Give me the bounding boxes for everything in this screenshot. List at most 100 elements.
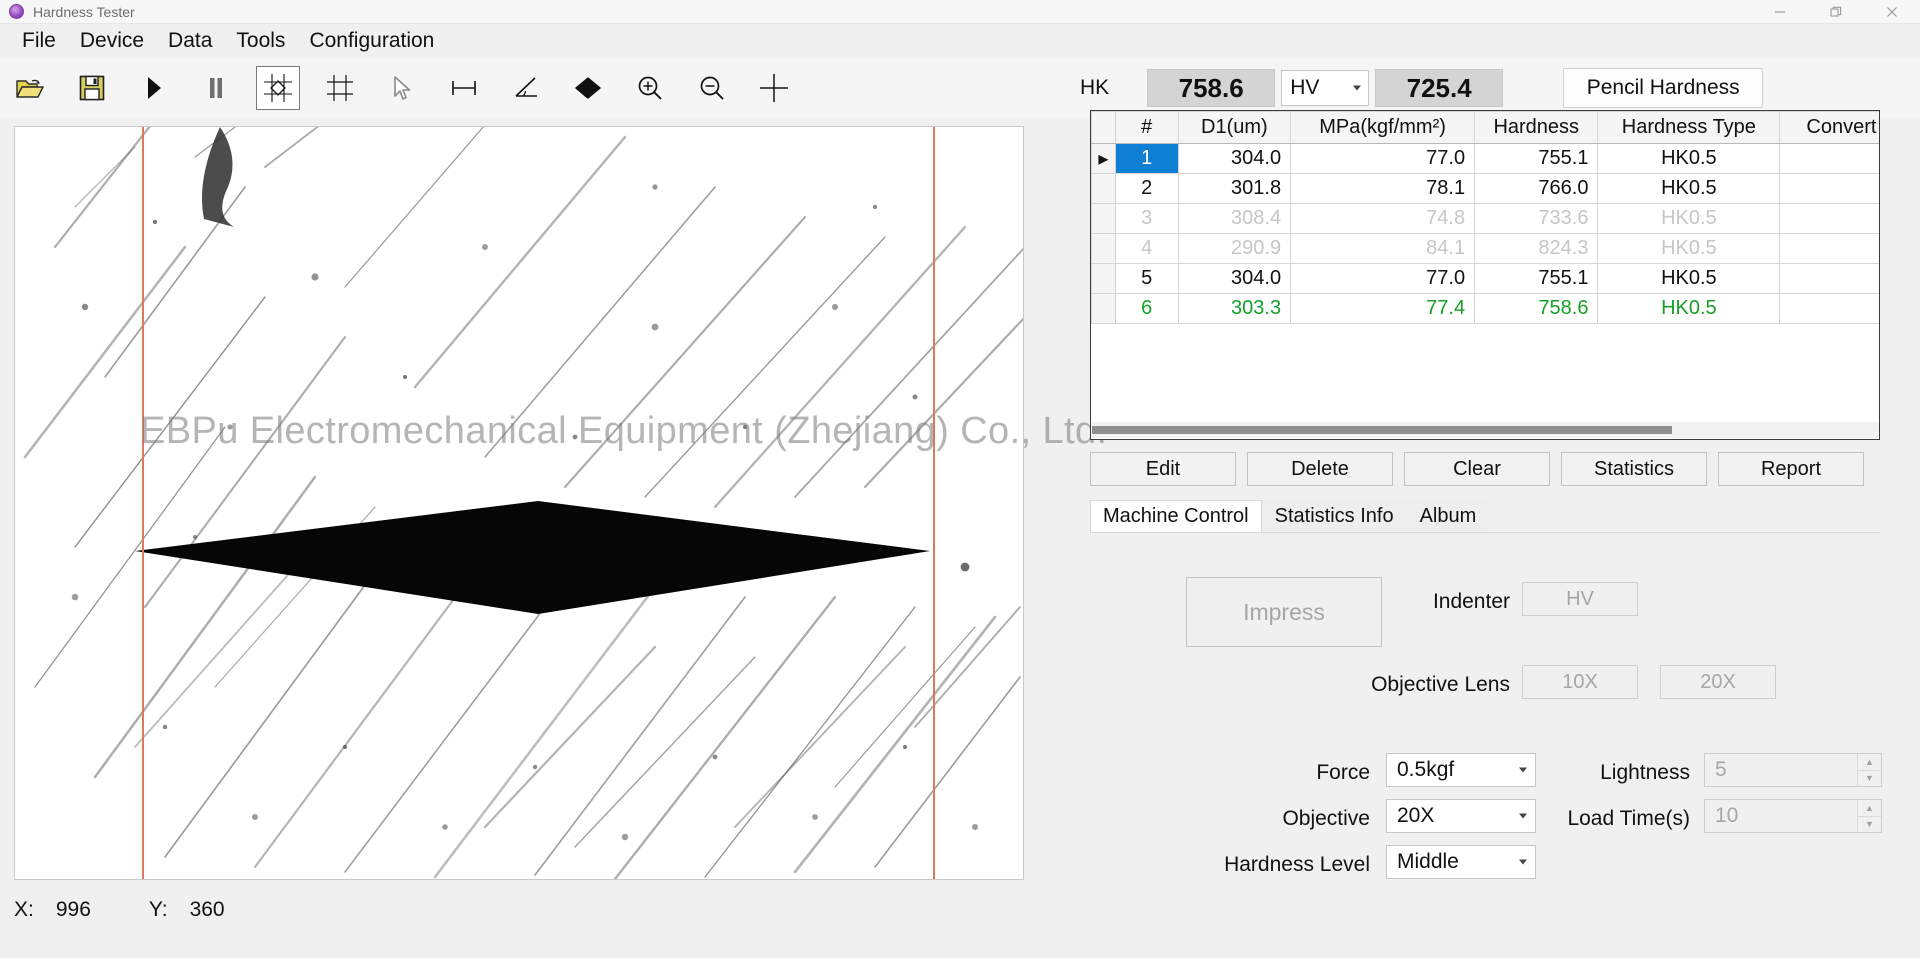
convert-unit-select[interactable]: HV (1281, 70, 1370, 106)
open-folder-icon[interactable] (8, 66, 52, 110)
eraser-icon[interactable] (566, 66, 610, 110)
cell-hardness[interactable]: 755.1 (1474, 263, 1599, 294)
crosshair-icon[interactable] (752, 66, 796, 110)
chevron-up-icon[interactable]: ▲ (1858, 754, 1881, 771)
zoom-out-icon[interactable] (690, 66, 734, 110)
col-convert-type[interactable]: Convert T (1779, 111, 1879, 144)
col-mpa[interactable]: MPa(kgf/mm²) (1290, 111, 1476, 144)
cell-hardness[interactable]: 755.1 (1474, 143, 1599, 174)
cell-d1[interactable]: 304.0 (1177, 143, 1292, 174)
menu-tools[interactable]: Tools (224, 26, 297, 56)
cell-type[interactable]: HK0.5 (1597, 173, 1781, 204)
table-horizontal-scrollbar[interactable] (1092, 422, 1879, 438)
chevron-down-icon[interactable]: ▼ (1858, 771, 1881, 787)
objective-lens-10x-button[interactable]: 10X (1522, 665, 1638, 699)
cursor-coordinates: X: 996 Y: 360 (14, 890, 534, 930)
cell-convert[interactable]: HV (1779, 233, 1879, 264)
cell-mpa[interactable]: 78.1 (1290, 173, 1476, 204)
clear-button[interactable]: Clear (1404, 452, 1550, 486)
tab-machine-control[interactable]: Machine Control (1090, 500, 1262, 532)
cell-convert[interactable]: HV (1779, 143, 1879, 174)
menu-file[interactable]: File (10, 26, 68, 56)
cell-d1[interactable]: 304.0 (1177, 263, 1292, 294)
table-row[interactable]: 2 301.8 78.1 766.0 HK0.5 HV (1091, 173, 1879, 204)
chevron-down-icon (1519, 859, 1527, 865)
stepper-arrows[interactable]: ▲ ▼ (1857, 754, 1881, 786)
table-row[interactable]: 6 303.3 77.4 758.6 HK0.5 HV (1091, 293, 1879, 324)
row-index[interactable]: 1 (1114, 143, 1179, 174)
cell-hardness[interactable]: 758.6 (1474, 293, 1599, 324)
length-measure-icon[interactable] (442, 66, 486, 110)
cell-mpa[interactable]: 84.1 (1290, 233, 1476, 264)
cell-hardness[interactable]: 733.6 (1474, 203, 1599, 234)
hardness-level-select[interactable]: Middle (1386, 845, 1536, 879)
pause-icon[interactable] (194, 66, 238, 110)
row-marker (1091, 173, 1116, 204)
table-row[interactable]: ▸ 1 304.0 77.0 755.1 HK0.5 HV (1091, 143, 1879, 174)
minimize-button[interactable] (1752, 0, 1808, 24)
scrollbar-thumb[interactable] (1092, 426, 1672, 434)
close-button[interactable] (1864, 0, 1920, 24)
cell-type[interactable]: HK0.5 (1597, 203, 1781, 234)
cell-mpa[interactable]: 74.8 (1290, 203, 1476, 234)
objective-lens-20x-button[interactable]: 20X (1660, 665, 1776, 699)
cell-mpa[interactable]: 77.4 (1290, 293, 1476, 324)
indent-measure-icon[interactable] (256, 66, 300, 110)
cell-d1[interactable]: 303.3 (1177, 293, 1292, 324)
converted-hardness-value: 725.4 (1375, 69, 1504, 107)
cell-type[interactable]: HK0.5 (1597, 233, 1781, 264)
cell-convert[interactable]: HV (1779, 263, 1879, 294)
menu-configuration[interactable]: Configuration (297, 26, 446, 56)
cell-d1[interactable]: 308.4 (1177, 203, 1292, 234)
cursor-arrow-icon[interactable] (380, 66, 424, 110)
lightness-stepper[interactable]: 5 ▲ ▼ (1704, 753, 1882, 787)
specimen-image-view[interactable] (14, 126, 1024, 880)
cell-convert[interactable]: HV (1779, 203, 1879, 234)
chevron-down-icon[interactable]: ▼ (1858, 817, 1881, 833)
cell-hardness[interactable]: 766.0 (1474, 173, 1599, 204)
col-hardness[interactable]: Hardness (1474, 111, 1599, 144)
pencil-hardness-button[interactable]: Pencil Hardness (1563, 68, 1764, 108)
cell-convert[interactable]: HV (1779, 293, 1879, 324)
cell-hardness[interactable]: 824.3 (1474, 233, 1599, 264)
col-d1[interactable]: D1(um) (1177, 111, 1292, 144)
cell-type[interactable]: HK0.5 (1597, 143, 1781, 174)
cell-convert[interactable]: HV (1779, 173, 1879, 204)
delete-button[interactable]: Delete (1247, 452, 1393, 486)
cell-d1[interactable]: 290.9 (1177, 233, 1292, 264)
row-index[interactable]: 6 (1114, 293, 1179, 324)
statistics-button[interactable]: Statistics (1561, 452, 1707, 486)
play-icon[interactable] (132, 66, 176, 110)
table-row[interactable]: 5 304.0 77.0 755.1 HK0.5 HV (1091, 263, 1879, 294)
row-index[interactable]: 5 (1114, 263, 1179, 294)
menu-device[interactable]: Device (68, 26, 156, 56)
edit-button[interactable]: Edit (1090, 452, 1236, 486)
cell-mpa[interactable]: 77.0 (1290, 263, 1476, 294)
row-index[interactable]: 2 (1114, 173, 1179, 204)
tab-album[interactable]: Album (1406, 500, 1490, 532)
table-row[interactable]: 4 290.9 84.1 824.3 HK0.5 HV (1091, 233, 1879, 264)
cell-type[interactable]: HK0.5 (1597, 293, 1781, 324)
cell-mpa[interactable]: 77.0 (1290, 143, 1476, 174)
load-time-stepper[interactable]: 10 ▲ ▼ (1704, 799, 1882, 833)
col-hardness-type[interactable]: Hardness Type (1597, 111, 1781, 144)
row-index[interactable]: 3 (1114, 203, 1179, 234)
col-index[interactable]: # (1114, 111, 1179, 144)
grid-icon[interactable] (318, 66, 362, 110)
zoom-in-icon[interactable] (628, 66, 672, 110)
right-panel: # D1(um) MPa(kgf/mm²) Hardness Hardness … (1090, 110, 1906, 932)
row-index[interactable]: 4 (1114, 233, 1179, 264)
load-time-label: Load Time(s) (1567, 807, 1690, 830)
chevron-up-icon[interactable]: ▲ (1858, 800, 1881, 817)
save-icon[interactable] (70, 66, 114, 110)
report-button[interactable]: Report (1718, 452, 1864, 486)
menu-data[interactable]: Data (156, 26, 224, 56)
stepper-arrows[interactable]: ▲ ▼ (1857, 800, 1881, 832)
table-row[interactable]: 3 308.4 74.8 733.6 HK0.5 HV (1091, 203, 1879, 234)
restore-button[interactable] (1808, 0, 1864, 24)
angle-measure-icon[interactable] (504, 66, 548, 110)
cell-d1[interactable]: 301.8 (1177, 173, 1292, 204)
tab-statistics-info[interactable]: Statistics Info (1261, 500, 1407, 532)
measurement-table[interactable]: # D1(um) MPa(kgf/mm²) Hardness Hardness … (1090, 110, 1880, 440)
cell-type[interactable]: HK0.5 (1597, 263, 1781, 294)
